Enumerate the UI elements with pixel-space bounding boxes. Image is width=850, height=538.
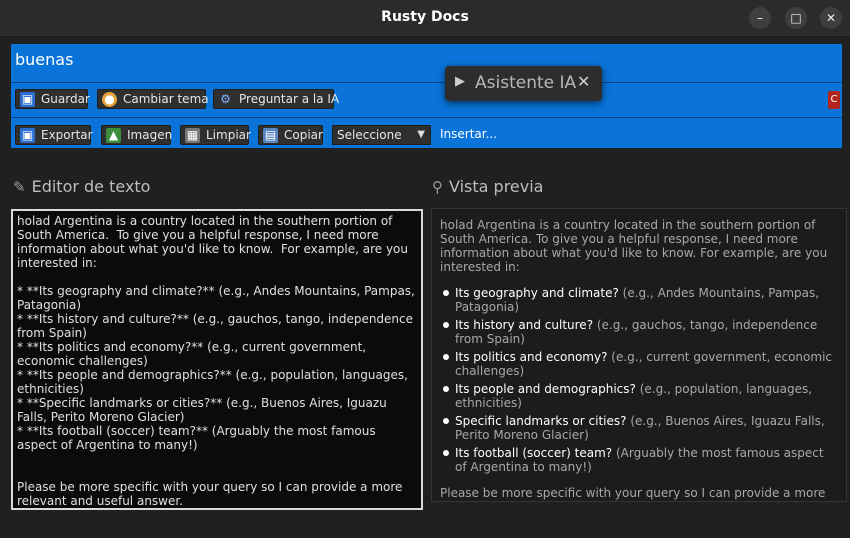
insert-select-value: Seleccione	[337, 128, 402, 142]
editor-heading: ✎ Editor de texto	[13, 177, 150, 196]
divider	[11, 117, 842, 118]
toolbar-panel: buenas ▣ Guardar ● Cambiar tema ⚙ Pregun…	[11, 44, 842, 148]
chevron-down-icon: ▼	[417, 129, 425, 140]
preview-heading: ⚲ Vista previa	[432, 177, 543, 196]
save-button[interactable]: ▣ Guardar	[15, 89, 90, 109]
editor-heading-text: Editor de texto	[31, 177, 151, 196]
divider	[11, 82, 842, 83]
close-icon: ✕	[825, 11, 837, 25]
preview-intro: holad Argentina is a country located in …	[440, 218, 828, 274]
preview-list: Its geography and climate? (e.g., Andes …	[440, 286, 838, 474]
image-button-label: Imagen	[127, 128, 173, 142]
trash-icon: ▦	[185, 128, 200, 143]
list-item: Its people and demographics? (e.g., popu…	[440, 382, 838, 410]
preview-heading-text: Vista previa	[449, 177, 544, 196]
insert-select[interactable]: Seleccione ▼	[332, 125, 431, 145]
change-theme-button[interactable]: ● Cambiar tema	[97, 89, 209, 109]
gear-icon: ⚙	[220, 92, 231, 106]
list-item: Its politics and economy? (e.g., current…	[440, 350, 838, 378]
close-icon[interactable]: ✕	[577, 72, 590, 91]
close-button[interactable]: ✕	[820, 7, 842, 29]
list-item: Specific landmarks or cities? (e.g., Bue…	[440, 414, 838, 442]
maximize-icon: □	[790, 11, 802, 25]
query-input[interactable]: buenas	[15, 50, 73, 69]
list-item: Its history and culture? (e.g., gauchos,…	[440, 318, 838, 346]
insert-label[interactable]: Insertar...	[440, 127, 497, 141]
status-strip	[0, 514, 850, 538]
save-button-label: Guardar	[41, 92, 90, 106]
clear-button-label: Limpiar	[206, 128, 251, 142]
palette-icon: ●	[102, 92, 117, 107]
clear-button[interactable]: ▦ Limpiar	[180, 125, 251, 145]
change-theme-label: Cambiar tema	[123, 92, 209, 106]
export-button-label: Exportar	[41, 128, 93, 142]
title-bar: Rusty Docs – □ ✕	[0, 0, 850, 37]
play-icon[interactable]: ▶	[455, 74, 465, 89]
assistant-popup-label: Asistente IA	[475, 73, 577, 93]
preview-pane: holad Argentina is a country located in …	[431, 208, 847, 502]
magnifier-icon: ⚲	[432, 178, 443, 196]
ask-ai-label: Preguntar a la IA	[239, 92, 340, 106]
floppy-icon: ▣	[20, 128, 35, 143]
window-title: Rusty Docs	[381, 9, 469, 25]
minimize-button[interactable]: –	[749, 7, 771, 29]
preview-outro: Please be more specific with your query …	[440, 486, 826, 501]
maximize-button[interactable]: □	[785, 7, 807, 29]
image-icon: ▲	[106, 128, 121, 143]
image-button[interactable]: ▲ Imagen	[101, 125, 173, 145]
export-button[interactable]: ▣ Exportar	[15, 125, 93, 145]
red-action-button[interactable]: C	[828, 91, 840, 109]
list-item: Its football (soccer) team? (Arguably th…	[440, 446, 838, 474]
ask-ai-button[interactable]: ⚙ Preguntar a la IA	[213, 89, 339, 109]
minimize-icon: –	[757, 11, 763, 25]
pencil-icon: ✎	[13, 178, 26, 196]
clipboard-icon: ▤	[263, 128, 278, 143]
list-item: Its geography and climate? (e.g., Andes …	[440, 286, 838, 314]
copy-button[interactable]: ▤ Copiar	[258, 125, 323, 145]
floppy-icon: ▣	[20, 92, 35, 107]
copy-button-label: Copiar	[284, 128, 323, 142]
text-editor[interactable]: holad Argentina is a country located in …	[11, 209, 423, 510]
assistant-popup[interactable]: ▶ Asistente IA ✕	[445, 66, 602, 101]
